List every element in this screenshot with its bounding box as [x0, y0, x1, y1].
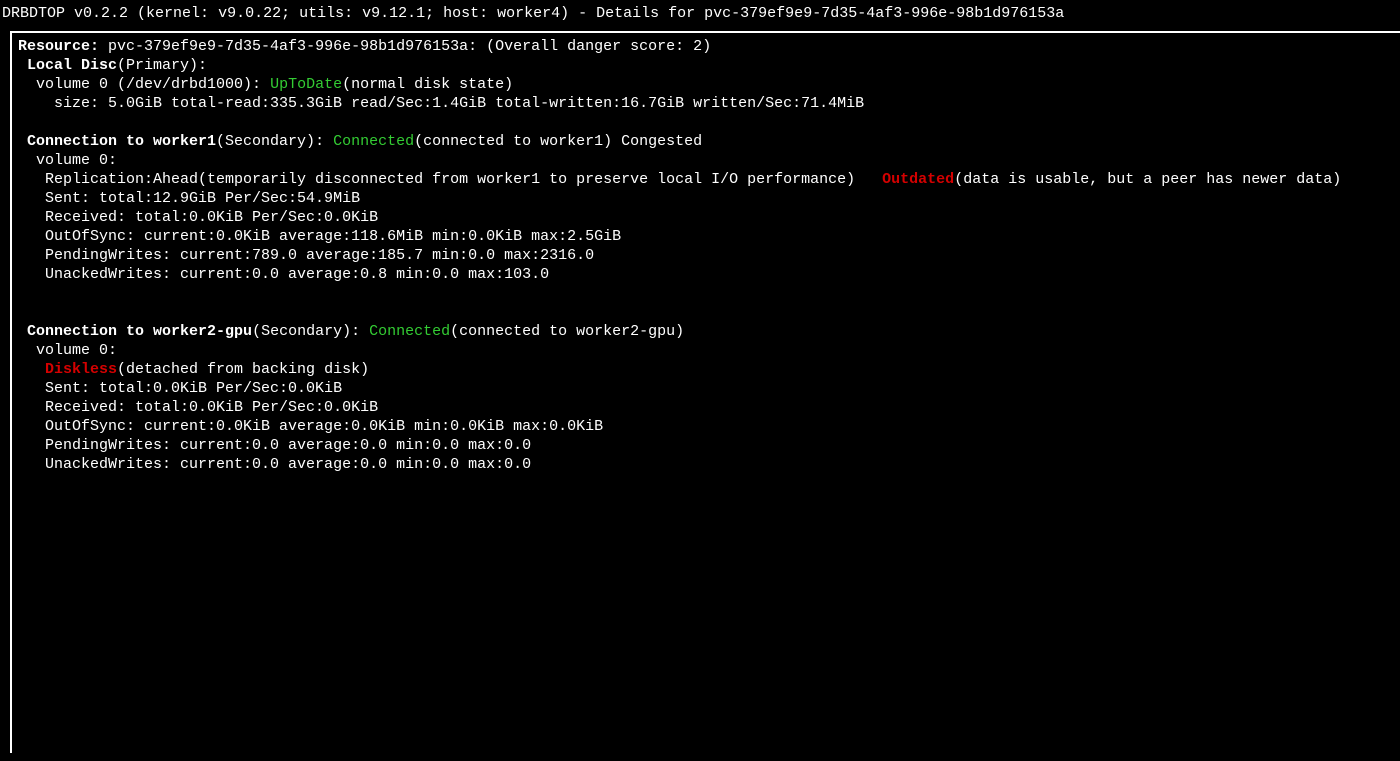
conn1-oos-text: OutOfSync: current:0.0KiB average:118.6M…	[45, 228, 621, 245]
utils-version: v9.12.1	[362, 5, 425, 22]
conn1-state: Connected	[333, 133, 414, 150]
details-resource: pvc-379ef9e9-7d35-4af3-996e-98b1d976153a	[704, 5, 1064, 22]
conn2-oos: OutOfSync: current:0.0KiB average:0.0KiB…	[18, 417, 1394, 436]
local-disc-role: (Primary):	[117, 57, 207, 74]
conn1-recv-text: Received: total:0.0KiB Per/Sec:0.0KiB	[45, 209, 378, 226]
conn2-header: Connection to worker2-gpu(Secondary): Co…	[18, 322, 1394, 341]
conn2-note: (connected to worker2-gpu)	[450, 323, 684, 340]
content-pane[interactable]: Resource: pvc-379ef9e9-7d35-4af3-996e-98…	[0, 33, 1400, 753]
terminal-screen: DRBDTOP v0.2.2 (kernel: v9.0.22; utils: …	[0, 0, 1400, 753]
conn2-vol-label: volume 0:	[36, 342, 117, 359]
blank-1	[18, 113, 1394, 132]
blank-2	[18, 284, 1394, 303]
local-vol-line: volume 0 (/dev/drbd1000): UpToDate(norma…	[18, 75, 1394, 94]
conn1-label: Connection to worker1	[27, 133, 216, 150]
conn1-repl-a: Replication:Ahead(temporarily disconnect…	[45, 171, 855, 188]
local-stats-line: size: 5.0GiB total-read:335.3GiB read/Se…	[18, 94, 1394, 113]
conn1-oos: OutOfSync: current:0.0KiB average:118.6M…	[18, 227, 1394, 246]
conn1-pending: PendingWrites: current:789.0 average:185…	[18, 246, 1394, 265]
conn2-recv-text: Received: total:0.0KiB Per/Sec:0.0KiB	[45, 399, 378, 416]
conn1-vol: volume 0:	[18, 151, 1394, 170]
local-stats: size: 5.0GiB total-read:335.3GiB read/Se…	[54, 95, 864, 112]
conn1-sent: Sent: total:12.9GiB Per/Sec:54.9MiB	[18, 189, 1394, 208]
app-name: DRBDTOP	[2, 5, 65, 22]
local-disc-line: Local Disc(Primary):	[18, 56, 1394, 75]
local-state-note: (normal disk state)	[342, 76, 513, 93]
conn1-repl-note: (data is usable, but a peer has newer da…	[954, 171, 1341, 188]
conn1-header: Connection to worker1(Secondary): Connec…	[18, 132, 1394, 151]
conn1-note: (connected to worker1)	[414, 133, 612, 150]
app-version: v0.2.2	[74, 5, 128, 22]
conn2-pending: PendingWrites: current:0.0 average:0.0 m…	[18, 436, 1394, 455]
conn2-recv: Received: total:0.0KiB Per/Sec:0.0KiB	[18, 398, 1394, 417]
conn2-label: Connection to worker2-gpu	[27, 323, 252, 340]
conn1-congested: Congested	[621, 133, 702, 150]
conn1-recv: Received: total:0.0KiB Per/Sec:0.0KiB	[18, 208, 1394, 227]
conn1-repl-state: Outdated	[882, 171, 954, 188]
host-name: worker4	[497, 5, 560, 22]
conn2-vol: volume 0:	[18, 341, 1394, 360]
local-disc-label: Local Disc	[27, 57, 117, 74]
app-header: DRBDTOP v0.2.2 (kernel: v9.0.22; utils: …	[0, 0, 1400, 23]
kernel-version: v9.0.22	[218, 5, 281, 22]
conn1-sent-text: Sent: total:12.9GiB Per/Sec:54.9MiB	[45, 190, 360, 207]
conn2-pending-text: PendingWrites: current:0.0 average:0.0 m…	[45, 437, 531, 454]
conn1-role: (Secondary):	[216, 133, 324, 150]
conn1-unacked-text: UnackedWrites: current:0.0 average:0.8 m…	[45, 266, 549, 283]
blank-3	[18, 303, 1394, 322]
conn2-repl-note: (detached from backing disk)	[117, 361, 369, 378]
conn2-repl: Diskless(detached from backing disk)	[18, 360, 1394, 379]
conn1-unacked: UnackedWrites: current:0.0 average:0.8 m…	[18, 265, 1394, 284]
conn2-sent: Sent: total:0.0KiB Per/Sec:0.0KiB	[18, 379, 1394, 398]
local-state: UpToDate	[270, 76, 342, 93]
conn2-role: (Secondary):	[252, 323, 360, 340]
conn1-vol-label: volume 0:	[36, 152, 117, 169]
conn2-sent-text: Sent: total:0.0KiB Per/Sec:0.0KiB	[45, 380, 342, 397]
local-vol-label: volume 0 (/dev/drbd1000):	[36, 76, 261, 93]
conn2-state: Connected	[369, 323, 450, 340]
conn2-unacked-text: UnackedWrites: current:0.0 average:0.0 m…	[45, 456, 531, 473]
resource-name: pvc-379ef9e9-7d35-4af3-996e-98b1d976153a…	[108, 38, 477, 55]
body-region: Resource: pvc-379ef9e9-7d35-4af3-996e-98…	[0, 31, 1400, 753]
danger-label: (Overall danger score:	[486, 38, 684, 55]
conn2-oos-text: OutOfSync: current:0.0KiB average:0.0KiB…	[45, 418, 603, 435]
conn2-repl-state: Diskless	[45, 361, 117, 378]
danger-score: 2	[693, 38, 702, 55]
conn1-repl: Replication:Ahead(temporarily disconnect…	[18, 170, 1394, 189]
conn2-unacked: UnackedWrites: current:0.0 average:0.0 m…	[18, 455, 1394, 474]
conn1-pending-text: PendingWrites: current:789.0 average:185…	[45, 247, 594, 264]
resource-label: Resource:	[18, 38, 99, 55]
resource-line: Resource: pvc-379ef9e9-7d35-4af3-996e-98…	[18, 37, 1394, 56]
danger-close: )	[702, 38, 711, 55]
